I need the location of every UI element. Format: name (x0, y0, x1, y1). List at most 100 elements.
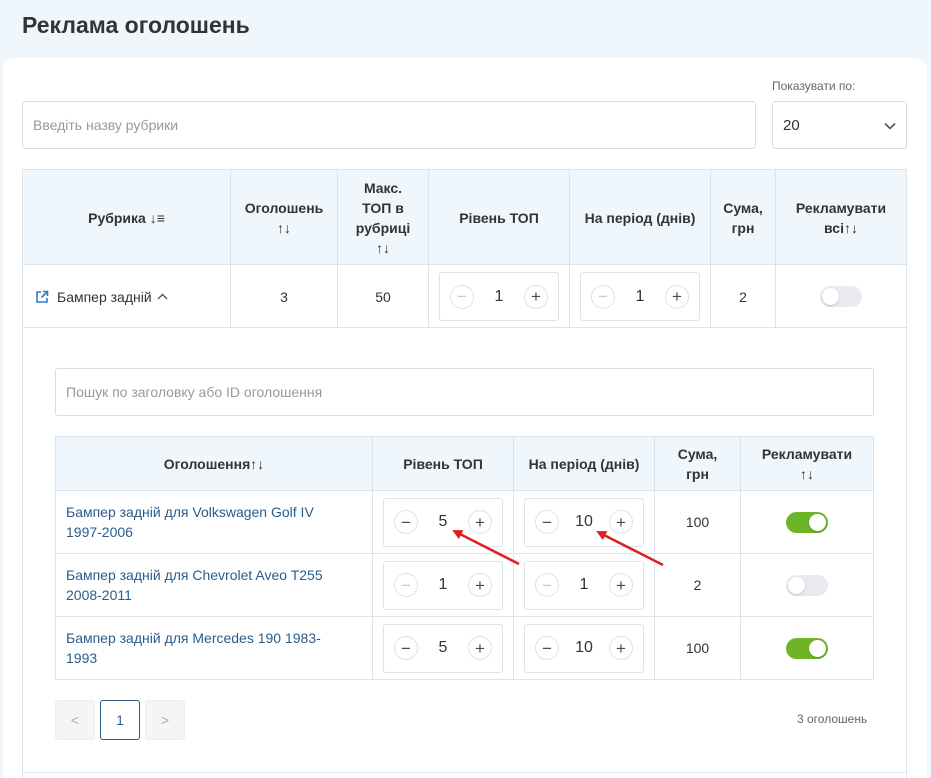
toggle-knob (809, 639, 826, 657)
minus-icon[interactable]: − (535, 573, 559, 597)
ad-row: Бампер задній для Volkswagen Golf IV 1997… (56, 491, 873, 554)
ads-count-text: 3 оголошень (797, 712, 868, 726)
rubric-cell: Бампер задній (23, 265, 231, 328)
col-rubric[interactable]: Рубрика ↓≡ (23, 170, 231, 265)
pagination-prev-button[interactable]: < (55, 700, 95, 740)
ad-title-line2: 1997-2006 (66, 524, 133, 540)
minus-icon[interactable]: − (450, 284, 474, 309)
pagination-next-button[interactable]: > (145, 700, 185, 740)
col-ad-sum-line1: Сума, (677, 446, 718, 462)
ad-title-link[interactable]: Бампер задній для Volkswagen Golf IV 1997… (56, 491, 373, 553)
ad-title-line2: 2008-2011 (66, 587, 132, 603)
ad-top-level-cell: − 5 + (373, 491, 514, 553)
col-period: На період (днів) (570, 170, 711, 265)
chevron-up-icon[interactable] (157, 293, 168, 300)
plus-icon[interactable]: + (524, 284, 548, 309)
stepper-value[interactable]: 1 (495, 288, 504, 306)
ad-title-link[interactable]: Бампер задній для Mercedes 190 1983- 1993 (56, 617, 373, 679)
ad-promote-toggle[interactable] (786, 637, 828, 659)
stepper-value[interactable]: 1 (636, 288, 645, 306)
ad-top-level-stepper: − 5 + (383, 497, 503, 547)
pagination-page-button[interactable]: 1 (100, 700, 140, 740)
ad-title-line1: Бампер задній для Volkswagen Golf IV (66, 504, 314, 520)
ad-top-level-stepper: − 5 + (383, 623, 503, 673)
ad-period-cell: − 10 + (514, 491, 655, 553)
ad-promote-toggle[interactable] (786, 574, 828, 596)
minus-icon[interactable]: − (394, 510, 418, 534)
col-ad-sum: Сума, грн (655, 437, 741, 491)
minus-icon[interactable]: − (591, 284, 615, 309)
plus-icon[interactable]: + (468, 573, 492, 597)
ad-period-stepper: − 10 + (524, 497, 644, 547)
rubric-name[interactable]: Бампер задній (57, 289, 152, 305)
toggle-knob (809, 513, 826, 531)
minus-icon[interactable]: − (535, 636, 559, 660)
ad-title-line2: 1993 (66, 650, 98, 666)
minus-icon[interactable]: − (535, 510, 559, 534)
pagination-prev-label: < (70, 712, 80, 728)
ad-row: Бампер задній для Mercedes 190 1983- 1993… (56, 617, 873, 680)
col-max-top-line3: рубриці (355, 219, 411, 236)
stepper-value[interactable]: 1 (580, 576, 589, 594)
col-ad-sum-line2: грн (686, 466, 709, 482)
sum-cell: 2 (711, 265, 776, 328)
sort-icon: ↑↓ (376, 239, 390, 256)
stepper-value[interactable]: 5 (439, 639, 448, 657)
plus-icon[interactable]: + (468, 636, 492, 660)
plus-icon[interactable]: + (468, 510, 492, 534)
top-level-cell: − 1 + (429, 265, 570, 328)
stepper-value[interactable]: 1 (439, 576, 448, 594)
per-page-label: Показувати по: (772, 79, 856, 93)
col-promote-all[interactable]: Рекламувати всі↑↓ (776, 170, 906, 265)
col-ad[interactable]: Оголошення↑↓ (56, 437, 373, 491)
promote-all-cell (776, 265, 906, 328)
ads-table-header: Оголошення↑↓ Рівень ТОП На період (днів)… (56, 437, 873, 491)
ad-promote-toggle[interactable] (786, 511, 828, 533)
col-max-top[interactable]: Макс. ТОП в рубриці ↑↓ (338, 170, 429, 265)
plus-icon[interactable]: + (608, 510, 633, 534)
external-link-icon[interactable] (35, 290, 49, 304)
col-promote-all-line2: всі↑↓ (824, 219, 858, 236)
ad-sum-value: 2 (693, 577, 702, 593)
toggle-knob (822, 288, 839, 305)
rubric-search-input[interactable]: Введіть назву рубрики (22, 101, 756, 149)
per-page-select[interactable]: 20 (772, 101, 907, 149)
ad-promote-cell (741, 617, 873, 679)
col-period-label: На період (днів) (584, 209, 696, 226)
col-ad-top-level: Рівень ТОП (373, 437, 514, 491)
promote-all-toggle[interactable] (820, 286, 862, 307)
ad-period-stepper: − 10 + (524, 623, 644, 673)
ad-row: Бампер задній для Chevrolet Aveo T255 200… (56, 554, 873, 617)
ad-promote-cell (741, 491, 873, 553)
max-top: 50 (338, 265, 429, 328)
ads-table: Оголошення↑↓ Рівень ТОП На період (днів)… (55, 436, 874, 680)
pagination-page-label: 1 (116, 712, 124, 728)
stepper-value[interactable]: 10 (575, 639, 593, 657)
ad-search-placeholder: Пошук по заголовку або ID оголошення (66, 384, 323, 400)
ad-title-link[interactable]: Бампер задній для Chevrolet Aveo T255 200… (56, 554, 373, 616)
col-ad-period: На період (днів) (514, 437, 655, 491)
col-top-level: Рівень ТОП (429, 170, 570, 265)
col-ads[interactable]: Оголошень ↑↓ (231, 170, 338, 265)
ad-sum-value: 100 (685, 640, 710, 656)
next-row-divider (22, 772, 907, 773)
plus-icon[interactable]: + (665, 284, 689, 309)
plus-icon[interactable]: + (609, 573, 633, 597)
plus-icon[interactable]: + (608, 636, 633, 660)
col-max-top-line2: ТОП в (362, 199, 404, 216)
col-ad-promote-line1: Рекламувати (761, 446, 853, 462)
stepper-value[interactable]: 10 (575, 513, 593, 531)
col-ad-promote[interactable]: Рекламувати ↑↓ (741, 437, 873, 491)
period-stepper: − 1 + (580, 272, 700, 321)
ad-search-input[interactable]: Пошук по заголовку або ID оголошення (55, 368, 874, 416)
period-cell: − 1 + (570, 265, 711, 328)
stepper-value[interactable]: 5 (439, 513, 448, 531)
ad-sum-value: 100 (685, 514, 710, 530)
minus-icon[interactable]: − (394, 573, 418, 597)
ad-sum-cell: 100 (655, 491, 741, 553)
max-top-value: 50 (375, 288, 391, 305)
col-rubric-label: Рубрика ↓≡ (88, 209, 165, 226)
rubric-search-placeholder: Введіть назву рубрики (33, 117, 179, 133)
minus-icon[interactable]: − (394, 636, 418, 660)
col-ad-label: Оголошення↑↓ (163, 456, 265, 472)
